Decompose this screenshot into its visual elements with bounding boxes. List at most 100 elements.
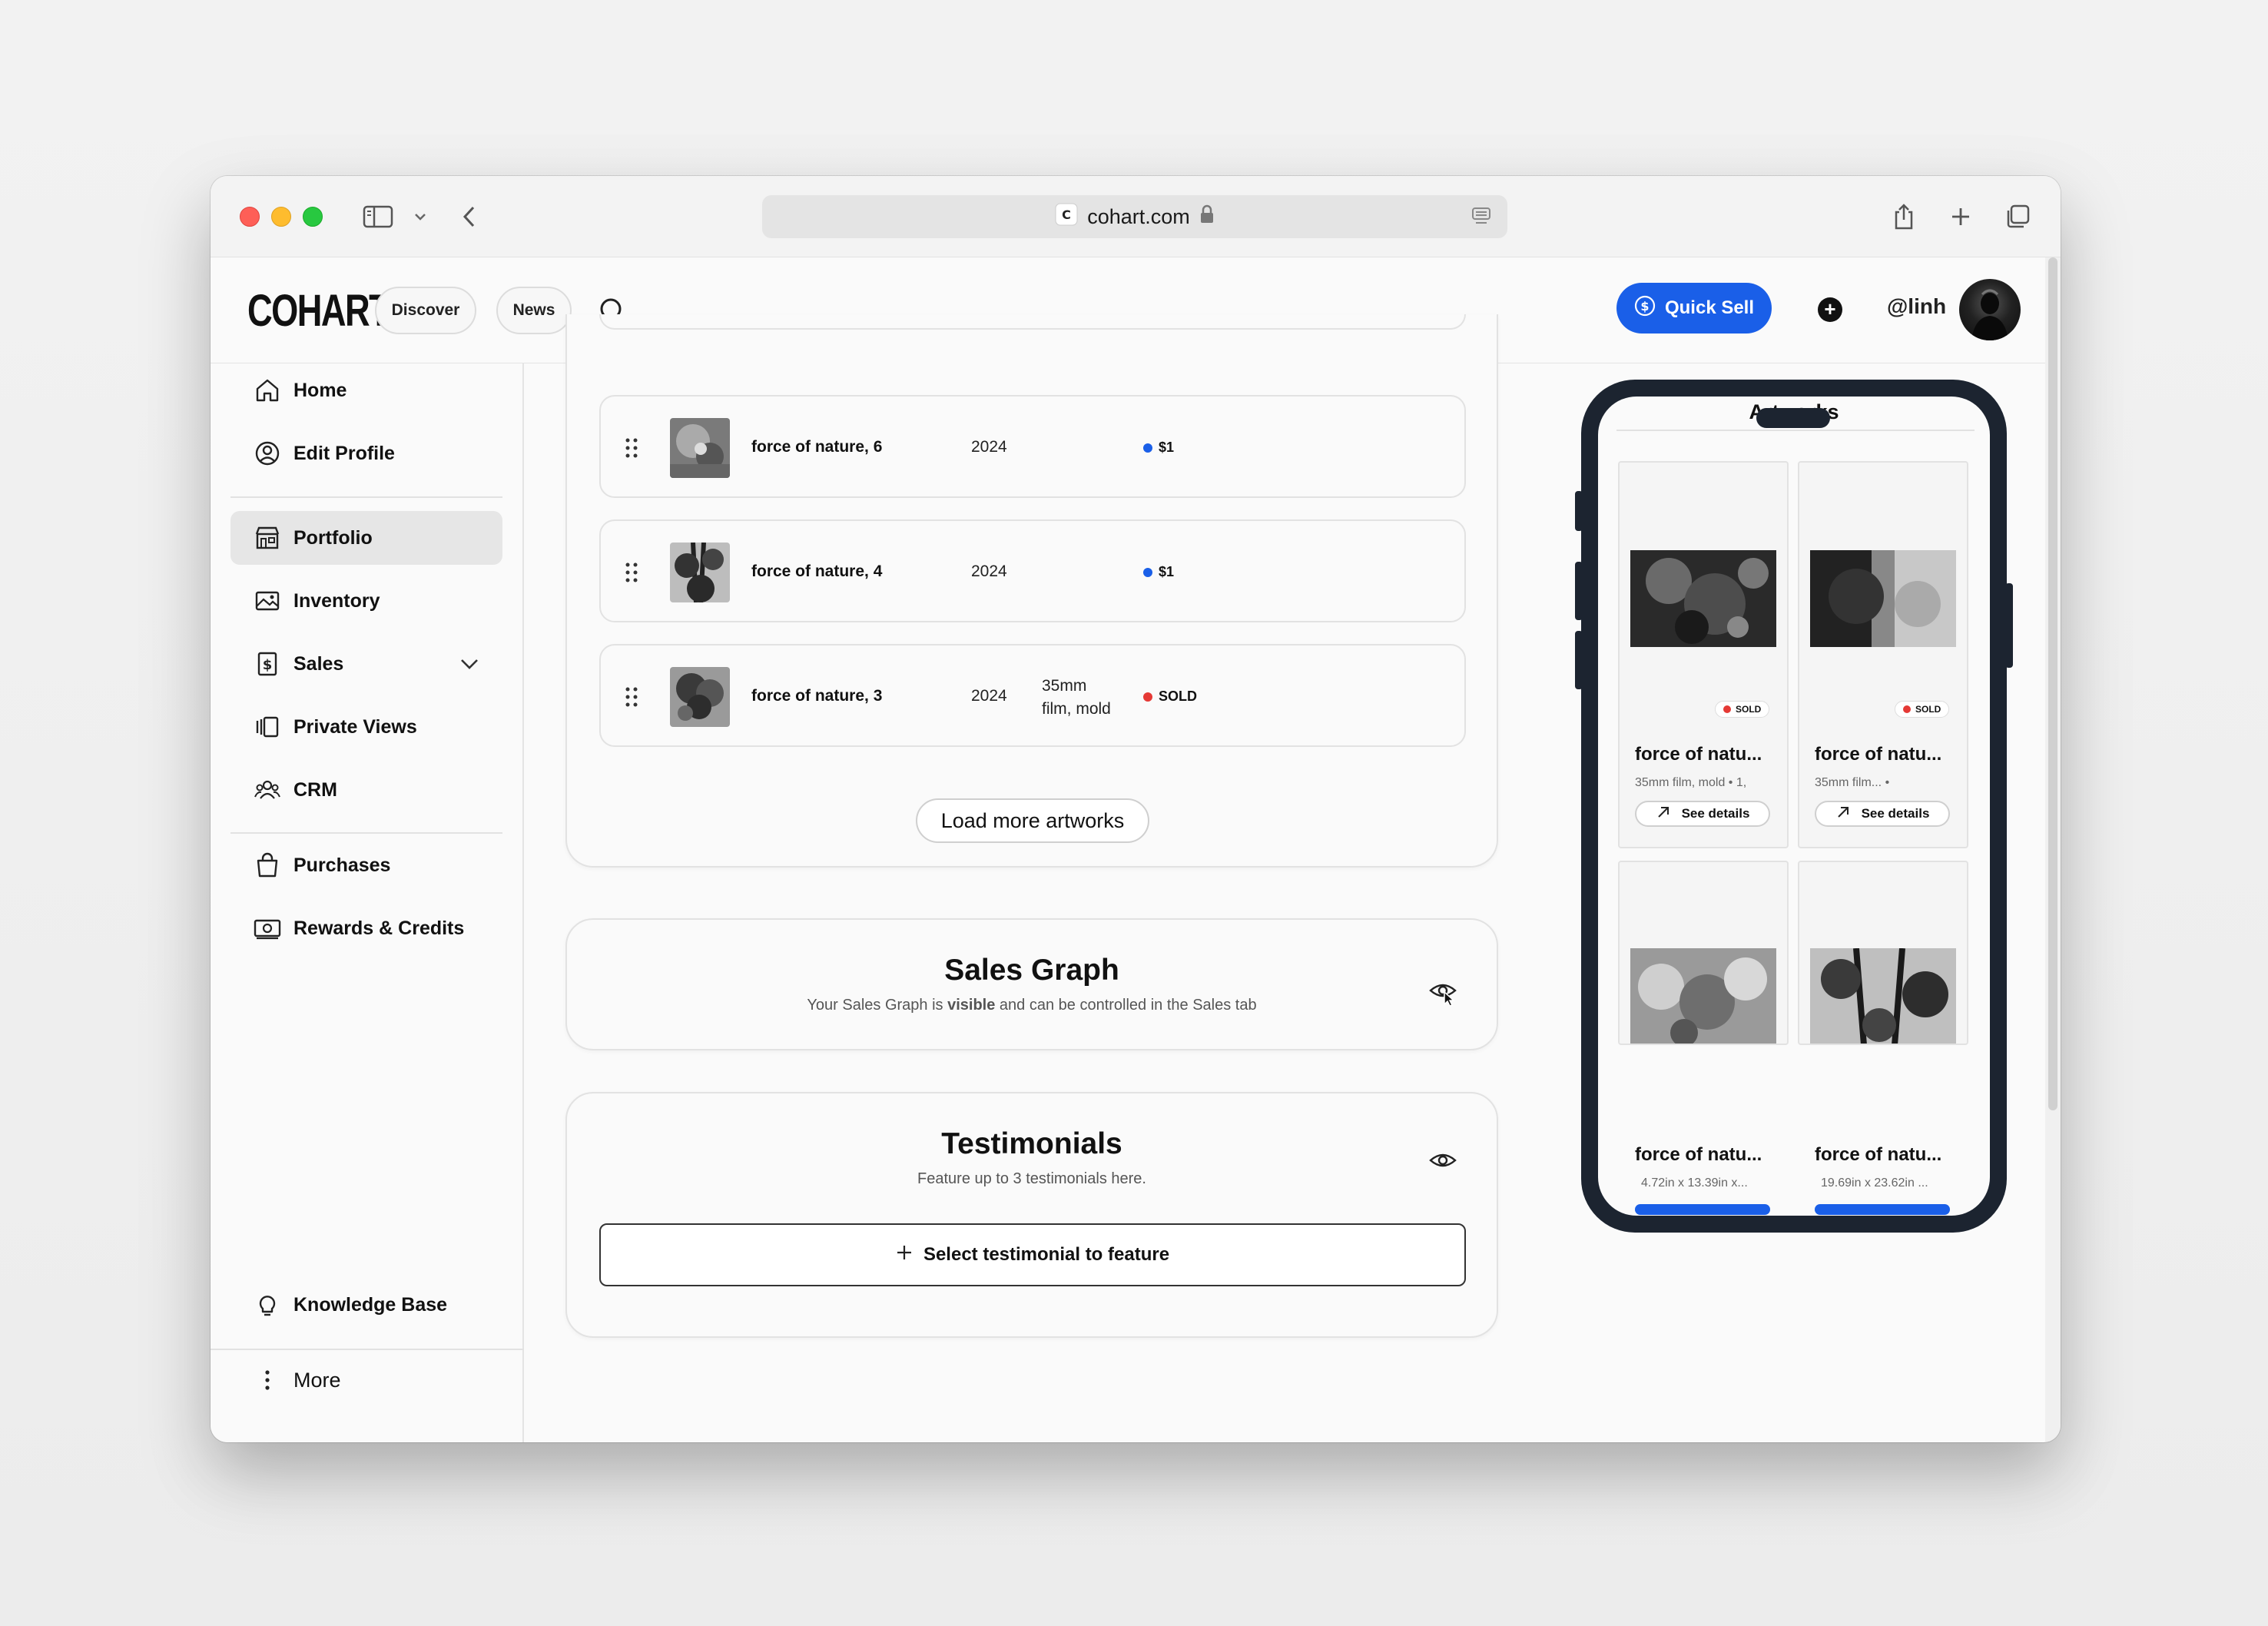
artwork-thumbnail bbox=[670, 418, 730, 478]
sidebar-item-more[interactable]: More bbox=[230, 1353, 502, 1407]
preview-artwork-tile[interactable]: $1 bbox=[1798, 861, 1968, 1045]
visibility-eye-icon[interactable] bbox=[1427, 975, 1458, 1010]
add-icon[interactable]: + bbox=[1818, 297, 1842, 322]
tile-subtitle: 35mm film... • bbox=[1815, 776, 1890, 789]
sidebar: Home Edit Profile Portfolio Inventory $ … bbox=[211, 363, 524, 1442]
user-circle-icon bbox=[254, 440, 281, 467]
status-text: $1 bbox=[1159, 440, 1175, 455]
username-label[interactable]: @linh bbox=[1887, 294, 1946, 319]
tile-subtitle: 35mm film, mold • 1, bbox=[1635, 776, 1747, 789]
visibility-eye-icon[interactable] bbox=[1427, 1149, 1458, 1176]
status-dot bbox=[1143, 443, 1152, 453]
nav-news-button[interactable]: News bbox=[496, 287, 572, 334]
page-scrollbar-thumb[interactable] bbox=[2048, 257, 2057, 1110]
status-dot bbox=[1143, 692, 1152, 702]
arrow-up-right-icon bbox=[1835, 805, 1851, 824]
browser-titlebar: C cohart.com bbox=[211, 176, 2061, 257]
preview-artwork-image bbox=[1630, 550, 1776, 647]
drag-handle-icon[interactable] bbox=[624, 561, 639, 588]
tile-title: force of natu... bbox=[1635, 744, 1762, 765]
close-window-button[interactable] bbox=[240, 207, 260, 227]
sidebar-item-label: Sales bbox=[293, 652, 344, 675]
status-badge: $1 bbox=[1143, 564, 1174, 580]
cash-icon bbox=[254, 914, 281, 942]
back-arrow-icon[interactable] bbox=[458, 199, 481, 234]
drag-handle-icon[interactable] bbox=[624, 685, 639, 712]
dollar-receipt-icon: $ bbox=[254, 650, 281, 678]
status-text: SOLD bbox=[1159, 689, 1198, 704]
cohart-logo[interactable]: COHART bbox=[247, 285, 390, 337]
share-icon[interactable] bbox=[1888, 199, 1919, 234]
sidebar-item-inventory[interactable]: Inventory bbox=[230, 574, 502, 628]
sidebar-item-crm[interactable]: CRM bbox=[230, 763, 502, 817]
see-details-button[interactable]: See details bbox=[1635, 801, 1770, 827]
chevron-down-icon[interactable] bbox=[459, 653, 479, 675]
lightbulb-icon bbox=[254, 1291, 281, 1319]
select-testimonial-label: Select testimonial to feature bbox=[923, 1244, 1170, 1265]
drag-handle-icon[interactable] bbox=[624, 436, 639, 463]
status-dot bbox=[1143, 567, 1152, 577]
storefront-icon bbox=[254, 524, 281, 552]
status-badge: SOLD bbox=[1143, 689, 1197, 705]
sidebar-toggle-icon[interactable] bbox=[361, 199, 395, 234]
sidebar-item-label: Rewards & Credits bbox=[293, 917, 465, 939]
quick-sell-button-partial[interactable] bbox=[1635, 1204, 1770, 1215]
status-badge: $1 bbox=[1143, 440, 1174, 456]
phone-notch bbox=[1756, 408, 1830, 428]
tile-title: force of natu... bbox=[1635, 1144, 1762, 1165]
load-more-button[interactable]: Load more artworks bbox=[916, 798, 1149, 843]
sidebar-item-portfolio[interactable]: Portfolio bbox=[230, 511, 502, 565]
knowledge-base-label: Knowledge Base bbox=[293, 1293, 448, 1316]
dollar-circle-icon: $ bbox=[1634, 295, 1656, 322]
select-testimonial-button[interactable]: Select testimonial to feature bbox=[599, 1223, 1466, 1286]
sidebar-item-home[interactable]: Home bbox=[230, 363, 502, 417]
status-dot bbox=[1723, 705, 1731, 713]
sidebar-item-sales[interactable]: $ Sales bbox=[230, 637, 502, 691]
see-details-label: See details bbox=[1681, 806, 1750, 821]
reader-mode-icon[interactable] bbox=[1471, 206, 1492, 233]
chevron-down-icon[interactable] bbox=[409, 199, 432, 234]
see-details-label: See details bbox=[1861, 806, 1930, 821]
sidebar-item-knowledge-base[interactable]: Knowledge Base bbox=[230, 1278, 502, 1332]
section-title: Sales Graph bbox=[944, 954, 1119, 987]
preview-artwork-image bbox=[1630, 948, 1776, 1044]
testimonials-card: Testimonials Feature up to 3 testimonial… bbox=[565, 1092, 1498, 1338]
sidebar-item-purchases[interactable]: Purchases bbox=[230, 838, 502, 892]
artwork-row[interactable]: force of nature, 4 2024 $1 bbox=[599, 519, 1466, 622]
minimize-window-button[interactable] bbox=[271, 207, 291, 227]
people-icon bbox=[254, 776, 281, 804]
artwork-title: force of nature, 3 bbox=[751, 687, 883, 705]
private-views-icon bbox=[254, 713, 281, 741]
quick-sell-button[interactable]: $ Quick Sell bbox=[1616, 283, 1772, 333]
new-tab-icon[interactable] bbox=[1945, 199, 1976, 234]
zoom-window-button[interactable] bbox=[303, 207, 323, 227]
tab-overview-icon[interactable] bbox=[2002, 199, 2033, 234]
artwork-row[interactable]: force of nature, 6 2024 $1 bbox=[599, 395, 1466, 498]
sidebar-item-label: Purchases bbox=[293, 854, 391, 876]
preview-artwork-tile[interactable]: SOLD force of natu... 35mm film, mold • … bbox=[1618, 461, 1789, 848]
tile-title: force of natu... bbox=[1815, 1144, 1942, 1165]
quick-sell-label: Quick Sell bbox=[1664, 297, 1755, 318]
address-bar[interactable]: C cohart.com bbox=[762, 195, 1507, 238]
quick-sell-button-partial[interactable] bbox=[1815, 1204, 1950, 1215]
nav-discover-button[interactable]: Discover bbox=[375, 287, 476, 334]
svg-text:$: $ bbox=[263, 657, 273, 673]
see-details-button[interactable]: See details bbox=[1815, 801, 1950, 827]
avatar[interactable] bbox=[1959, 279, 2021, 340]
artwork-row-partial bbox=[599, 314, 1466, 330]
artwork-row[interactable]: force of nature, 3 2024 35mm film, mold S… bbox=[599, 644, 1466, 747]
sidebar-item-rewards-credits[interactable]: Rewards & Credits bbox=[230, 901, 502, 955]
subtitle-bold: visible bbox=[947, 997, 996, 1014]
url-text: cohart.com bbox=[1087, 204, 1190, 228]
svg-text:C: C bbox=[1062, 207, 1071, 222]
preview-artwork-tile[interactable]: SOLD force of natu... 35mm film... • See… bbox=[1798, 461, 1968, 848]
home-icon bbox=[254, 377, 281, 404]
section-title: Testimonials bbox=[941, 1127, 1122, 1160]
status-badge: SOLD bbox=[1895, 701, 1950, 718]
badge-text: SOLD bbox=[1915, 704, 1941, 715]
preview-artwork-tile[interactable]: $1 bbox=[1618, 861, 1789, 1045]
sidebar-item-edit-profile[interactable]: Edit Profile bbox=[230, 426, 502, 480]
medium-line: film, mold bbox=[1042, 700, 1111, 718]
sidebar-item-private-views[interactable]: Private Views bbox=[230, 700, 502, 754]
sidebar-item-label: Private Views bbox=[293, 715, 417, 738]
